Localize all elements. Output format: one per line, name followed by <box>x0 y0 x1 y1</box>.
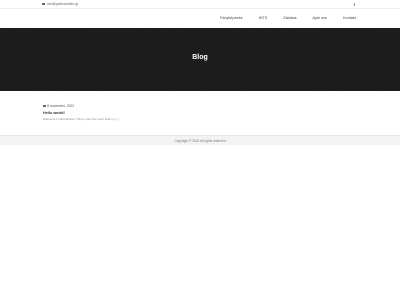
post-date-text: 8 november, 2022 <box>47 104 75 108</box>
nav-item-hits[interactable]: HITS <box>259 16 268 20</box>
top-bar: info@pelecamfoto.gt f <box>0 0 400 9</box>
nav-item-apki-mui[interactable]: Apki mui <box>313 16 328 20</box>
nav-item-zalokas[interactable]: Zálokas <box>283 16 296 20</box>
nav-menu: Fényképezés HITS Zálokas Apki mui Kontak… <box>204 16 356 20</box>
nav-item-fenykepezes[interactable]: Fényképezés <box>220 16 243 20</box>
post-excerpt: Welcome to WordPress. This is your first… <box>43 117 119 121</box>
nav-item-kontakt[interactable]: Kontakt <box>343 16 356 20</box>
envelope-icon <box>42 2 45 6</box>
post-title-link[interactable]: Hello world! <box>43 111 119 115</box>
facebook-icon[interactable]: f <box>354 2 355 7</box>
copyright-text: Copyright © 2022 All rights reserved <box>174 139 226 143</box>
page-header-banner: Blog <box>0 28 400 91</box>
main-navigation: Fényképezés HITS Zálokas Apki mui Kontak… <box>0 9 400 28</box>
footer: Copyright © 2022 All rights reserved <box>0 135 400 145</box>
calendar-icon <box>43 104 46 108</box>
blog-post-item: 8 november, 2022 Hello world! Welcome to… <box>43 104 119 121</box>
contact-email[interactable]: info@pelecamfoto.gt <box>42 2 78 6</box>
page-title: Blog <box>192 54 208 61</box>
contact-email-text: info@pelecamfoto.gt <box>47 2 79 6</box>
post-date: 8 november, 2022 <box>43 104 119 108</box>
